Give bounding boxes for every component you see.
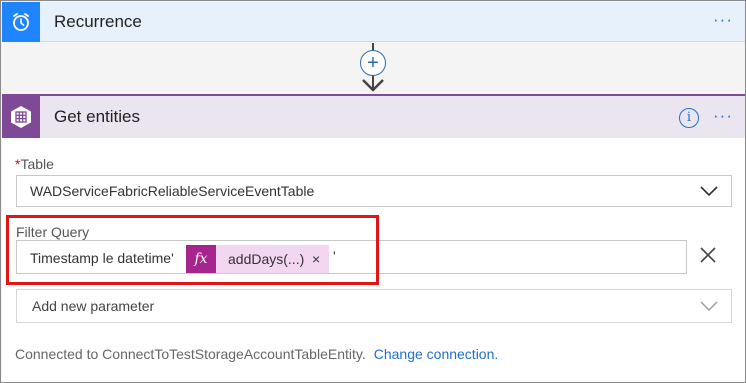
add-new-parameter-dropdown[interactable]: Add new parameter	[16, 289, 732, 323]
designer-canvas: Recurrence ··· + Get entities i ··· *Tab…	[0, 0, 746, 383]
recurrence-card[interactable]: Recurrence ···	[2, 2, 745, 42]
remove-token-button[interactable]: ×	[312, 251, 320, 267]
get-entities-header[interactable]: Get entities i ···	[2, 96, 745, 138]
recurrence-more-button[interactable]: ···	[713, 10, 733, 30]
alarm-clock-icon	[2, 2, 40, 42]
filter-query-label: Filter Query	[16, 224, 90, 240]
filter-query-input[interactable]: Timestamp le datetime' fx addDays(...) ×…	[16, 240, 687, 274]
add-new-parameter-placeholder: Add new parameter	[32, 298, 155, 314]
add-step-button[interactable]: +	[360, 50, 386, 76]
expression-token[interactable]: addDays(...) ×	[216, 245, 329, 273]
connection-info: Connected to ConnectToTestStorageAccount…	[15, 346, 498, 362]
table-field-label: *Table	[15, 156, 54, 172]
plus-icon: +	[367, 52, 379, 74]
expression-token-label: addDays(...)	[228, 251, 305, 267]
recurrence-title: Recurrence	[54, 12, 142, 31]
table-dropdown[interactable]: WADServiceFabricReliableServiceEventTabl…	[16, 175, 732, 207]
filter-query-text: Timestamp le datetime'	[30, 250, 174, 266]
chevron-down-icon[interactable]	[699, 184, 719, 198]
azure-table-icon	[2, 96, 40, 138]
chevron-down-icon	[700, 301, 718, 311]
change-connection-link[interactable]: Change connection.	[374, 346, 499, 362]
connection-text: Connected to ConnectToTestStorageAccount…	[15, 346, 366, 362]
expression-fx-icon[interactable]: fx	[186, 245, 216, 273]
get-entities-card: Get entities i ··· *Table WADServiceFabr…	[2, 94, 745, 382]
table-label-text: Table	[20, 156, 54, 172]
get-entities-title: Get entities	[54, 107, 140, 126]
arrow-down-icon	[362, 79, 384, 92]
filter-query-text-after: '	[333, 248, 336, 264]
get-entities-more-button[interactable]: ···	[713, 106, 733, 126]
table-dropdown-value: WADServiceFabricReliableServiceEventTabl…	[30, 183, 315, 199]
info-icon[interactable]: i	[679, 108, 699, 128]
remove-parameter-icon[interactable]	[697, 244, 719, 266]
